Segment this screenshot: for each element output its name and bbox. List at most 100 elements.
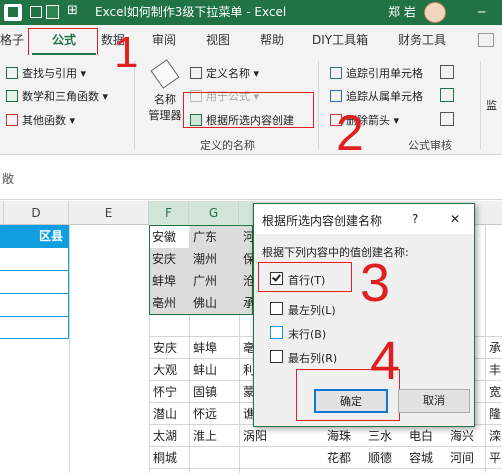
define-name-button[interactable]: 定义名称 ▾ [190, 65, 259, 81]
checkbox-right-column[interactable] [270, 350, 283, 363]
cell-m11[interactable]: 容城 [407, 447, 445, 469]
lookup-reference-button[interactable]: 查找与引用 ▾ [6, 65, 86, 81]
evaluate-formula-icon[interactable] [440, 112, 454, 126]
cell-h4[interactable]: 承 [241, 292, 253, 314]
minimize-button[interactable]: ─ [478, 5, 485, 19]
ribbon-divider [318, 61, 319, 149]
cell-n11[interactable]: 河间 [448, 447, 484, 469]
more-functions-button[interactable]: 其他函数 ▾ [6, 112, 75, 128]
title-bar: ⊞ Excel如何制作3级下拉菜单 - Excel 郑 岩 ─ [0, 0, 502, 25]
sheet-icon[interactable] [46, 5, 59, 19]
name-manager-label-2: 管理器 [148, 109, 182, 122]
cell-f6[interactable]: 安庆 [151, 337, 189, 359]
option-bottom-row-label: 末行(B) [288, 328, 327, 341]
show-formulas-icon[interactable] [440, 65, 454, 79]
cell-k11[interactable]: 花都 [325, 447, 363, 469]
ribbon-divider [480, 61, 481, 149]
cell-o8[interactable]: 宽 [487, 381, 502, 403]
undo-icon[interactable]: ⊞ [67, 3, 78, 18]
checkbox-left-column[interactable] [270, 302, 283, 315]
trace-precedents-button[interactable]: 追踪引用单元格 [330, 65, 423, 81]
cell-f8[interactable]: 怀宁 [151, 381, 189, 403]
cell-g3[interactable]: 广州 [191, 270, 239, 292]
watch-window-button[interactable]: 监 [486, 97, 497, 113]
cell-h10[interactable]: 涡阳 [241, 425, 285, 447]
column-header-d[interactable]: D [4, 201, 69, 225]
annotation-box-3 [258, 262, 352, 292]
avatar[interactable] [424, 2, 446, 23]
cell-l11[interactable]: 顺德 [366, 447, 404, 469]
help-icon[interactable]: ? [412, 212, 418, 226]
cell-f1[interactable]: 安徽 [150, 226, 189, 248]
cell-h2[interactable]: 保 [241, 248, 253, 270]
tab-diy-toolbox[interactable]: DIY工具箱 [312, 25, 368, 55]
trace-dependents-button[interactable]: 追踪从属单元格 [330, 88, 423, 104]
cell-f4[interactable]: 亳州 [150, 292, 189, 314]
cell-g6[interactable]: 蚌埠 [191, 337, 239, 359]
annotation-number-4: 4 [370, 331, 401, 391]
tag-icon [150, 59, 180, 89]
formula-bar: 敞 [0, 156, 502, 200]
trace-dependents-label: 追踪从属单元格 [346, 90, 423, 103]
column-header-h[interactable] [239, 201, 253, 225]
tab-finance-tools[interactable]: 财务工具 [398, 25, 446, 55]
column-header-g[interactable]: G [189, 201, 239, 225]
column-header-e[interactable]: E [69, 201, 149, 225]
lookup-icon [6, 67, 18, 79]
trace-precedents-label: 追踪引用单元格 [346, 67, 423, 80]
tab-help[interactable]: 帮助 [260, 25, 284, 55]
cell-k10[interactable]: 海珠 [325, 425, 363, 447]
gridline [0, 270, 69, 271]
window-title: Excel如何制作3级下拉菜单 - Excel [95, 5, 287, 19]
gridline [0, 316, 69, 317]
tab-format[interactable]: 格子 [0, 25, 24, 55]
math-icon [6, 90, 18, 102]
cancel-button-label: 取消 [423, 394, 445, 407]
gridline [0, 293, 69, 294]
autosave-icon[interactable] [30, 6, 42, 18]
cell-f10[interactable]: 太湖 [151, 425, 189, 447]
name-manager-button[interactable]: 名称 管理器 [143, 59, 187, 133]
cell-o10[interactable]: 滦 [487, 425, 502, 447]
checkbox-bottom-row[interactable] [270, 326, 283, 339]
cell-h3[interactable]: 沧 [241, 270, 253, 292]
cell-g2[interactable]: 潮州 [191, 248, 239, 270]
tab-view[interactable]: 视图 [206, 25, 230, 55]
math-trig-button[interactable]: 数学和三角函数 ▾ [6, 88, 108, 104]
cell-d-header-text: 区县 [38, 229, 63, 243]
cell-g10[interactable]: 淮上 [191, 425, 239, 447]
annotation-box-2 [183, 92, 314, 128]
cell-g8[interactable]: 固镇 [191, 381, 239, 403]
cell-d-header[interactable]: 区县 [0, 225, 69, 247]
cell-g1[interactable]: 广东 [191, 226, 239, 248]
trace-precedents-icon [330, 67, 342, 79]
dialog-title: 根据所选内容创建名称 [262, 214, 383, 228]
cell-g4[interactable]: 佛山 [191, 292, 239, 314]
ribbon-tabs: 格子 公式 数据 审阅 视图 帮助 DIY工具箱 财务工具 [0, 25, 502, 62]
cell-g9[interactable]: 怀远 [191, 403, 239, 425]
gridline [69, 225, 70, 473]
cell-f11[interactable]: 桐城 [151, 447, 189, 469]
cell-f2[interactable]: 安庆 [150, 248, 189, 270]
cell-f3[interactable]: 蚌埠 [150, 270, 189, 292]
tab-overflow-icon[interactable] [478, 33, 494, 47]
cell-o6[interactable]: 承 [487, 337, 502, 359]
tab-review[interactable]: 审阅 [152, 25, 176, 55]
cell-h1[interactable]: 河 [241, 226, 253, 248]
cell-n10[interactable]: 海兴 [448, 425, 484, 447]
cell-m10[interactable]: 电白 [407, 425, 445, 447]
cell-o11[interactable]: 平 [487, 447, 502, 469]
cancel-button[interactable]: 取消 [398, 389, 470, 413]
cell-o7[interactable]: 丰 [487, 359, 502, 381]
cell-g7[interactable]: 蚌山 [191, 359, 239, 381]
close-icon[interactable]: ✕ [450, 212, 460, 226]
option-right-column-label: 最右列(R) [288, 352, 338, 365]
excel-logo-icon [4, 4, 22, 21]
column-header-f[interactable]: F [149, 201, 189, 225]
cell-f9[interactable]: 潜山 [151, 403, 189, 425]
cell-l10[interactable]: 三水 [366, 425, 404, 447]
cell-f7[interactable]: 大观 [151, 359, 189, 381]
error-checking-icon[interactable] [440, 88, 454, 102]
cell-o9[interactable]: 隆 [487, 403, 502, 425]
dialog-titlebar: 根据所选内容创建名称 ? ✕ [254, 204, 474, 234]
